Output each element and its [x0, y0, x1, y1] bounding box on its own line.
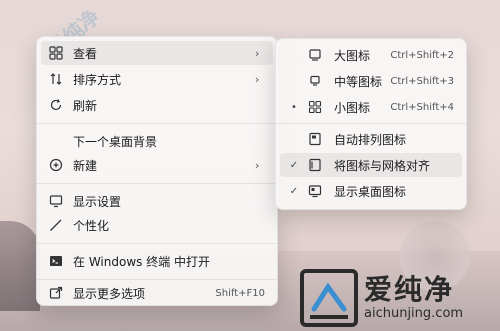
menu-item-new[interactable]: 新建 › [41, 153, 273, 177]
menu-item-view[interactable]: 查看 › [41, 41, 273, 65]
menu-item-label: 查看 [73, 46, 98, 61]
menu-item-sort-by[interactable]: 排序方式 › [41, 67, 273, 91]
menu-separator [276, 123, 466, 124]
menu-item-label: 大图标 [334, 48, 371, 63]
shortcut-text: Ctrl+Shift+3 [390, 75, 454, 87]
menu-item-label: 小图标 [334, 100, 371, 115]
display-icon [47, 192, 65, 210]
logo-mark-icon [300, 269, 358, 327]
menu-item-refresh[interactable]: 刷新 [41, 93, 273, 117]
menu-item-label: 显示更多选项 [73, 286, 146, 301]
refresh-icon [47, 96, 65, 114]
submenu-item-small-icons[interactable]: • 小图标 Ctrl+Shift+4 [280, 95, 462, 119]
menu-separator [37, 123, 277, 124]
blank-icon [47, 132, 65, 150]
selection-mark: • [291, 101, 297, 113]
desktop-context-menu: 查看 › 排序方式 › 刷新 下一个桌面背景 新建 › 显示设置 个性化 在 W… [36, 36, 278, 306]
submenu-item-medium-icons[interactable]: 中等图标 Ctrl+Shift+3 [280, 69, 462, 93]
small-icons-icon [306, 98, 324, 116]
sort-icon [47, 70, 65, 88]
background-rock [0, 221, 40, 311]
chevron-right-icon: › [255, 72, 260, 86]
menu-separator [37, 183, 277, 184]
brush-icon [47, 216, 65, 234]
submenu-item-auto-arrange[interactable]: 自动排列图标 [280, 127, 462, 151]
submenu-item-align-to-grid[interactable]: ✓ 将图标与网格对齐 [280, 153, 462, 177]
site-logo: 爱纯净 aichunjing.com [300, 268, 495, 328]
large-icons-icon [306, 46, 324, 64]
selection-mark: ✓ [289, 159, 299, 171]
menu-item-label: 个性化 [73, 218, 110, 233]
menu-separator [37, 243, 277, 244]
menu-item-label: 刷新 [73, 98, 98, 113]
share-icon [47, 284, 65, 302]
menu-item-label: 下一个桌面背景 [73, 134, 158, 149]
shortcut-text: Ctrl+Shift+4 [390, 101, 454, 113]
chevron-right-icon: › [255, 46, 260, 60]
add-circle-icon [47, 156, 65, 174]
menu-item-label: 中等图标 [334, 74, 383, 89]
align-grid-icon [306, 156, 324, 174]
selection-mark: ✓ [289, 185, 299, 197]
submenu-item-show-desktop-icons[interactable]: ✓ 显示桌面图标 [280, 179, 462, 203]
menu-item-label: 显示桌面图标 [334, 184, 407, 199]
menu-separator [37, 279, 277, 280]
menu-item-show-more-options[interactable]: 显示更多选项 Shift+F10 [41, 281, 273, 305]
menu-item-personalize[interactable]: 个性化 [41, 213, 273, 237]
auto-arrange-icon [306, 130, 324, 148]
menu-item-label: 显示设置 [73, 194, 122, 209]
menu-item-label: 新建 [73, 158, 98, 173]
view-submenu: 大图标 Ctrl+Shift+2 中等图标 Ctrl+Shift+3 • 小图标… [275, 38, 467, 210]
menu-item-display-settings[interactable]: 显示设置 [41, 189, 273, 213]
show-desktop-icons-icon [306, 182, 324, 200]
menu-item-label: 在 Windows 终端 中打开 [73, 254, 211, 269]
grid-icon [47, 44, 65, 62]
menu-item-next-background[interactable]: 下一个桌面背景 [41, 129, 273, 153]
shortcut-text: Ctrl+Shift+2 [390, 49, 454, 61]
shortcut-text: Shift+F10 [215, 287, 265, 299]
medium-icons-icon [306, 72, 324, 90]
menu-item-label: 自动排列图标 [334, 132, 407, 147]
chevron-right-icon: › [255, 158, 260, 172]
menu-item-open-in-terminal[interactable]: 在 Windows 终端 中打开 [41, 249, 273, 273]
logo-chinese-text: 爱纯净 [364, 273, 455, 306]
menu-item-label: 将图标与网格对齐 [334, 158, 431, 173]
submenu-item-large-icons[interactable]: 大图标 Ctrl+Shift+2 [280, 43, 462, 67]
menu-item-label: 排序方式 [73, 72, 122, 87]
terminal-icon [47, 252, 65, 270]
logo-domain-text: aichunjing.com [364, 306, 464, 321]
